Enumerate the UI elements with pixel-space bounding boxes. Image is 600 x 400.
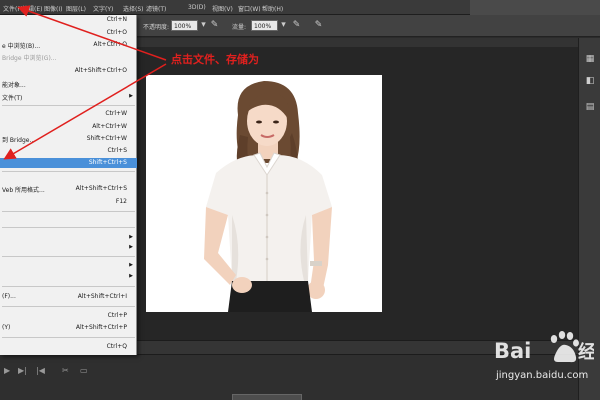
transition-icon[interactable]: ▭ xyxy=(80,366,88,375)
airbrush-icon[interactable]: ✎ xyxy=(290,19,303,32)
menu-item-print[interactable]: Ctrl+P xyxy=(0,311,137,321)
pressure-size-icon[interactable]: ✎ xyxy=(312,19,325,32)
menu-item-open[interactable]: Ctrl+O xyxy=(0,28,137,38)
menu-3d[interactable]: 3D(D) xyxy=(188,4,206,11)
create-timeline-button[interactable] xyxy=(232,394,302,400)
menu-separator xyxy=(2,256,135,257)
woman-photo xyxy=(204,81,332,312)
timeline-panel: ▶ ▶| |◀ ✂ ▭ xyxy=(0,354,578,400)
cut-icon[interactable]: ✂ xyxy=(62,366,69,375)
menu-separator xyxy=(2,211,135,212)
menu-file[interactable]: 文件(F) xyxy=(3,4,23,13)
play-icon[interactable]: ▶ xyxy=(4,366,10,375)
menu-select[interactable]: 选择(S) xyxy=(123,4,144,13)
menu-item-submenu-c[interactable]: ▶ xyxy=(0,261,137,271)
menu-bar: 文件(F) 编辑(E) 图像(I) 图层(L) 文字(Y) 选择(S) 滤镜(T… xyxy=(0,0,600,15)
menu-item-close-all[interactable]: Alt+Ctrl+W xyxy=(0,122,137,132)
menu-item-close-go-to-bridge[interactable]: 到 Bridge... Shift+Ctrl+W xyxy=(0,134,137,144)
menu-item-exit[interactable]: Ctrl+Q xyxy=(0,342,137,352)
step-forward-icon[interactable]: ▶| xyxy=(18,366,27,375)
menu-item-browse-in-mini-bridge[interactable]: Bridge 中浏览(G)... xyxy=(0,52,137,62)
submenu-arrow-icon: ▶ xyxy=(129,244,133,250)
right-panel-strip: ▦ ◧ ▤ xyxy=(578,38,600,400)
tool-presets-icon[interactable]: ▤ xyxy=(583,100,597,114)
menu-separator xyxy=(2,286,135,287)
menu-item-new[interactable]: Ctrl+N xyxy=(0,15,137,25)
document-canvas[interactable] xyxy=(146,75,382,312)
menu-view[interactable]: 视图(V) xyxy=(212,4,233,13)
menu-item-close[interactable]: Ctrl+W xyxy=(0,109,137,119)
menu-item-submenu-a[interactable]: ▶ xyxy=(0,233,137,243)
opacity-field[interactable]: 100% xyxy=(171,20,198,31)
menu-separator xyxy=(2,105,135,106)
menu-window[interactable]: 窗口(W) xyxy=(238,4,261,13)
menu-item-print-one-copy[interactable]: (Y) Alt+Shift+Ctrl+P xyxy=(0,323,137,333)
menu-filter[interactable]: 滤镜(T) xyxy=(146,4,166,13)
menu-layer[interactable]: 图层(L) xyxy=(66,4,86,13)
menu-item-save-for-web[interactable]: Veb 所用格式... Alt+Shift+Ctrl+S xyxy=(0,184,137,194)
properties-panel-icon[interactable]: ◧ xyxy=(583,74,597,88)
menu-separator xyxy=(2,227,135,228)
menu-item-browse-in-bridge[interactable]: e 中浏览(B)... Alt+Ctrl+O xyxy=(0,40,137,50)
menu-item-file-info[interactable]: (F)... Alt+Shift+Ctrl+I xyxy=(0,292,137,302)
pressure-opacity-icon[interactable]: ✎ xyxy=(208,19,221,32)
menu-item-open-as[interactable]: Alt+Shift+Ctrl+O xyxy=(0,66,137,76)
dropdown-arrow-icon[interactable]: ▾ xyxy=(277,19,290,32)
flow-label: 流量: xyxy=(232,24,247,31)
opacity-label: 不透明度: xyxy=(143,24,170,31)
document-tab-strip[interactable] xyxy=(137,38,578,47)
menu-item-save[interactable]: Ctrl+S xyxy=(0,146,137,156)
file-menu-dropdown: Ctrl+N Ctrl+O e 中浏览(B)... Alt+Ctrl+O Bri… xyxy=(0,15,137,355)
history-panel-icon[interactable]: ▦ xyxy=(583,52,597,66)
menu-separator xyxy=(2,306,135,307)
menu-item-revert[interactable]: F12 xyxy=(0,197,137,207)
submenu-arrow-icon: ▶ xyxy=(129,234,133,240)
annotation-text: 点击文件、存储为 xyxy=(171,53,259,66)
menu-item-save-as[interactable]: Shift+Ctrl+S xyxy=(0,158,137,168)
step-back-icon[interactable]: |◀ xyxy=(36,366,45,375)
menu-help[interactable]: 帮助(H) xyxy=(262,4,283,13)
flow-field[interactable]: 100% xyxy=(251,20,278,31)
menu-item-submenu-d[interactable]: ▶ xyxy=(0,272,137,282)
menu-item-submenu-b[interactable]: ▶ xyxy=(0,243,137,253)
submenu-arrow-icon: ▶ xyxy=(129,93,133,99)
menu-item-open-smart-object[interactable]: 能对象... xyxy=(0,79,137,89)
submenu-arrow-icon: ▶ xyxy=(129,273,133,279)
menu-separator xyxy=(2,337,135,338)
menu-separator xyxy=(2,171,135,172)
menu-item-open-recent[interactable]: 文件(T) ▶ xyxy=(0,92,137,102)
submenu-arrow-icon: ▶ xyxy=(129,262,133,268)
menu-image[interactable]: 图像(I) xyxy=(44,4,62,13)
window-title-bar xyxy=(470,0,600,15)
menu-type[interactable]: 文字(Y) xyxy=(93,4,113,13)
menu-edit[interactable]: 编辑(E) xyxy=(22,4,42,13)
